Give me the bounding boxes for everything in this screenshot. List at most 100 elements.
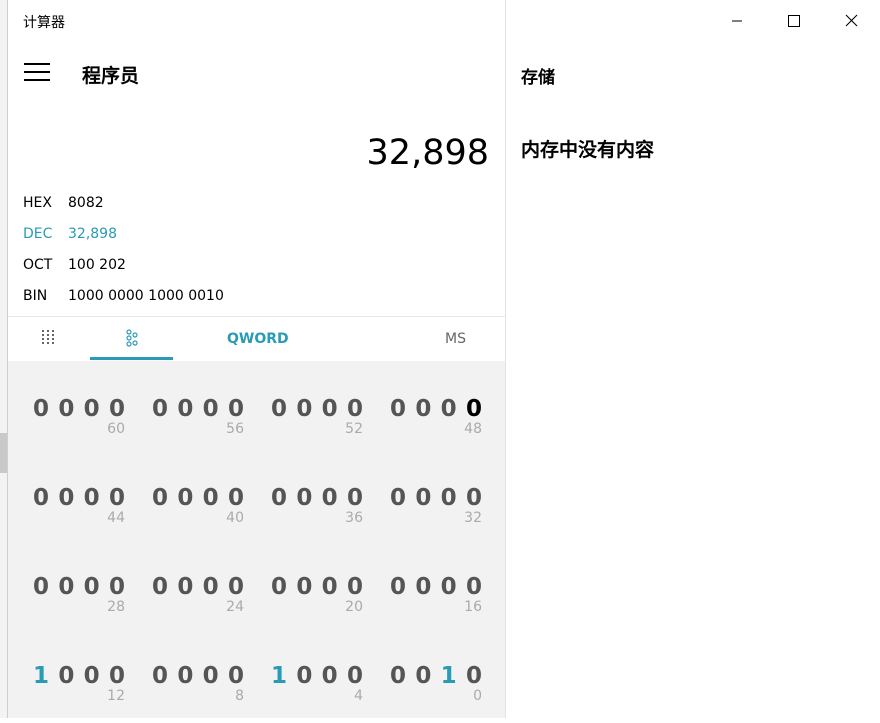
- bit-group: 0 0 0 0 24: [152, 574, 244, 634]
- bit-toggle[interactable]: 0: [415, 485, 431, 511]
- bit-toggle[interactable]: 0: [152, 574, 168, 600]
- bit-toggle[interactable]: 0: [109, 485, 125, 511]
- bit-toggle[interactable]: 1: [33, 663, 49, 689]
- bit-toggle[interactable]: 0: [322, 663, 338, 689]
- bit-toggle[interactable]: 0: [152, 485, 168, 511]
- bit-group: 0 0 0 0 60: [33, 396, 125, 456]
- bit-toggle[interactable]: 0: [390, 485, 406, 511]
- bit-toggle[interactable]: 1: [271, 663, 287, 689]
- bit-toggle[interactable]: 0: [203, 574, 219, 600]
- bit-toggle[interactable]: 0: [203, 396, 219, 422]
- bit-toggle[interactable]: 0: [84, 396, 100, 422]
- radix-oct-row[interactable]: OCT 100 202: [23, 257, 126, 273]
- close-icon[interactable]: [836, 8, 866, 34]
- bit-digits: 1000: [33, 663, 125, 689]
- bit-toggle[interactable]: 0: [466, 663, 482, 689]
- bit-toggle[interactable]: 0: [296, 396, 312, 422]
- bit-toggle[interactable]: 0: [152, 396, 168, 422]
- bit-toggle[interactable]: 0: [415, 574, 431, 600]
- bit-toggle[interactable]: 0: [441, 485, 457, 511]
- hamburger-menu-icon[interactable]: [24, 63, 50, 83]
- bit-toggle[interactable]: 0: [322, 396, 338, 422]
- word-size-button[interactable]: QWORD: [227, 331, 289, 347]
- bit-toggle[interactable]: 0: [390, 396, 406, 422]
- bit-toggle[interactable]: 0: [33, 396, 49, 422]
- bit-toggle[interactable]: 0: [466, 574, 482, 600]
- bit-toggle[interactable]: 0: [296, 485, 312, 511]
- bit-position-label: 52: [345, 421, 363, 437]
- bit-digits: 0000: [33, 396, 125, 422]
- bit-position-label: 60: [107, 421, 125, 437]
- bit-toggle[interactable]: 0: [347, 485, 363, 511]
- radix-bin-row[interactable]: BIN 1000 0000 1000 0010: [23, 288, 224, 304]
- bit-toggle[interactable]: 0: [322, 574, 338, 600]
- bit-toggle[interactable]: 0: [390, 574, 406, 600]
- bit-digits: 0000: [152, 396, 244, 422]
- bit-toggling-keypad-icon[interactable]: [124, 329, 140, 347]
- bit-toggle[interactable]: 0: [84, 574, 100, 600]
- radix-label: BIN: [23, 288, 48, 304]
- bit-toggle[interactable]: 0: [177, 396, 193, 422]
- bit-toggle[interactable]: 0: [347, 574, 363, 600]
- bit-toggle[interactable]: 0: [415, 396, 431, 422]
- bit-group: 10004: [271, 663, 363, 723]
- bit-toggle[interactable]: 0: [58, 485, 74, 511]
- bit-toggle[interactable]: 0: [296, 574, 312, 600]
- memory-store-button[interactable]: MS: [445, 331, 466, 347]
- bit-toggle[interactable]: 1: [441, 663, 457, 689]
- bit-digits: 1000: [271, 663, 363, 689]
- bit-toggle[interactable]: 0: [228, 396, 244, 422]
- radix-hex-row[interactable]: HEX 8082: [23, 195, 104, 211]
- bit-toggle[interactable]: 0: [84, 663, 100, 689]
- bit-toggle[interactable]: 0: [271, 485, 287, 511]
- bit-toggle[interactable]: 0: [271, 396, 287, 422]
- bit-digits: 0000: [271, 396, 363, 422]
- memory-pane: 存储 内存中没有内容: [506, 0, 880, 718]
- bit-toggle[interactable]: 0: [466, 396, 482, 422]
- bit-toggle[interactable]: 0: [177, 663, 193, 689]
- bit-toggle[interactable]: 0: [177, 574, 193, 600]
- radix-label: HEX: [23, 195, 52, 211]
- bit-toggle[interactable]: 0: [109, 574, 125, 600]
- full-keypad-icon[interactable]: [40, 329, 56, 347]
- radix-dec-row[interactable]: DEC 32,898: [23, 226, 117, 242]
- bit-toggle[interactable]: 0: [296, 663, 312, 689]
- maximize-icon[interactable]: [778, 8, 808, 34]
- bit-digits: 0000: [390, 396, 482, 422]
- bit-position-label: 24: [226, 599, 244, 615]
- bit-toggle[interactable]: 0: [347, 396, 363, 422]
- bit-toggle[interactable]: 0: [58, 574, 74, 600]
- bit-toggle[interactable]: 0: [33, 574, 49, 600]
- bit-toggle[interactable]: 0: [271, 574, 287, 600]
- bit-toggle[interactable]: 0: [228, 663, 244, 689]
- minimize-icon[interactable]: [722, 8, 752, 34]
- bit-toggle[interactable]: 0: [33, 485, 49, 511]
- bit-digits: 0000: [33, 574, 125, 600]
- bit-toggle[interactable]: 0: [441, 574, 457, 600]
- bit-toggle[interactable]: 0: [203, 485, 219, 511]
- bit-toggle[interactable]: 0: [58, 663, 74, 689]
- bit-toggle[interactable]: 0: [109, 663, 125, 689]
- bit-group: 0 0 0 0 48: [390, 396, 482, 456]
- memory-empty-message: 内存中没有内容: [521, 139, 655, 161]
- bit-position-label: 8: [235, 688, 244, 704]
- bit-toggle[interactable]: 0: [415, 663, 431, 689]
- bit-toggle[interactable]: 0: [84, 485, 100, 511]
- bit-position-label: 40: [226, 510, 244, 526]
- bit-digits: 0000: [152, 663, 244, 689]
- bit-toggle[interactable]: 0: [203, 663, 219, 689]
- bit-toggle[interactable]: 0: [228, 574, 244, 600]
- bit-toggle[interactable]: 0: [58, 396, 74, 422]
- bit-toggle[interactable]: 0: [228, 485, 244, 511]
- bit-toggle[interactable]: 0: [322, 485, 338, 511]
- bit-toggle[interactable]: 0: [466, 485, 482, 511]
- bit-toggle[interactable]: 0: [152, 663, 168, 689]
- bit-toggle[interactable]: 0: [347, 663, 363, 689]
- bit-toggle[interactable]: 0: [177, 485, 193, 511]
- bit-toggle[interactable]: 0: [390, 663, 406, 689]
- bit-position-label: 36: [345, 510, 363, 526]
- bit-toggle[interactable]: 0: [109, 396, 125, 422]
- bit-group: 00100: [390, 663, 482, 723]
- radix-label: OCT: [23, 257, 53, 273]
- bit-toggle[interactable]: 0: [441, 396, 457, 422]
